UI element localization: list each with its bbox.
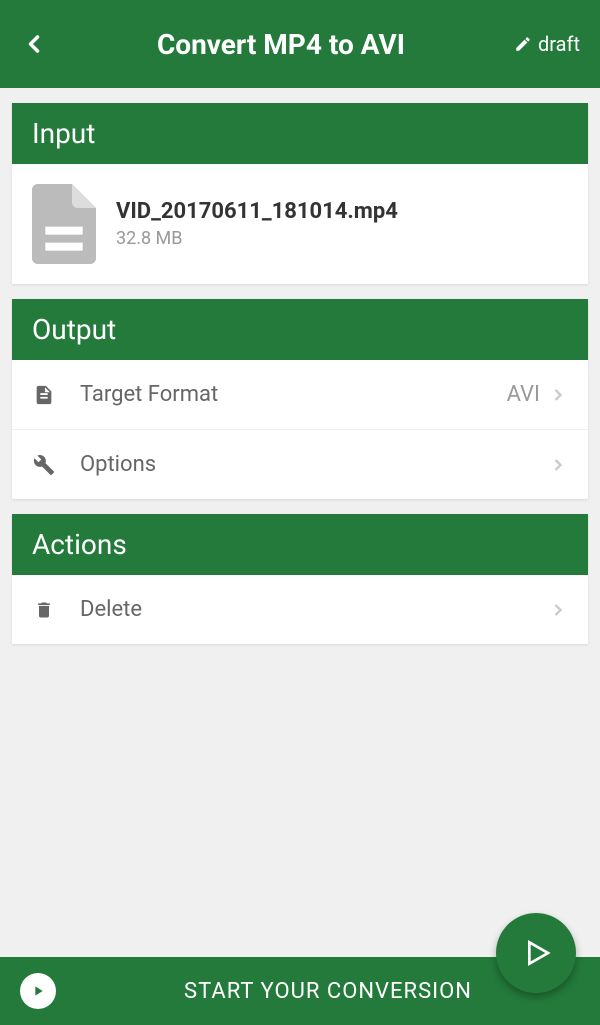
play-icon-small: [20, 973, 56, 1009]
file-size: 32.8 MB: [116, 228, 568, 249]
options-item[interactable]: Options: [12, 430, 588, 499]
pencil-icon: [514, 35, 532, 53]
input-file-item[interactable]: VID_20170611_181014.mp4 32.8 MB: [12, 164, 588, 284]
output-section: Output Target Format AVI Options: [12, 299, 588, 499]
chevron-right-icon: [548, 385, 568, 405]
play-icon: [520, 937, 552, 969]
input-section-header: Input: [12, 103, 588, 164]
trash-icon: [32, 598, 56, 622]
draft-label: draft: [538, 32, 580, 56]
draft-button[interactable]: draft: [514, 32, 580, 56]
content-area: Input VID_20170611_181014.mp4 32.8 MB Ou…: [0, 88, 600, 674]
options-label: Options: [80, 452, 548, 477]
chevron-left-icon: [20, 30, 48, 58]
start-conversion-label: START YOUR CONVERSION: [76, 979, 580, 1004]
output-section-header: Output: [12, 299, 588, 360]
start-conversion-fab[interactable]: [496, 913, 576, 993]
chevron-right-icon: [548, 600, 568, 620]
actions-section: Actions Delete: [12, 514, 588, 644]
wrench-icon: [32, 453, 56, 477]
delete-item[interactable]: Delete: [12, 575, 588, 644]
chevron-right-icon: [548, 455, 568, 475]
file-name: VID_20170611_181014.mp4: [116, 199, 568, 224]
target-format-label: Target Format: [80, 382, 507, 407]
document-icon: [32, 383, 56, 407]
file-icon: [32, 184, 96, 264]
target-format-value: AVI: [507, 382, 540, 407]
target-format-item[interactable]: Target Format AVI: [12, 360, 588, 430]
back-button[interactable]: [20, 30, 48, 58]
delete-label: Delete: [80, 597, 548, 622]
page-title: Convert MP4 to AVI: [48, 28, 514, 61]
input-section: Input VID_20170611_181014.mp4 32.8 MB: [12, 103, 588, 284]
file-details: VID_20170611_181014.mp4 32.8 MB: [116, 199, 568, 249]
actions-section-header: Actions: [12, 514, 588, 575]
app-header: Convert MP4 to AVI draft: [0, 0, 600, 88]
